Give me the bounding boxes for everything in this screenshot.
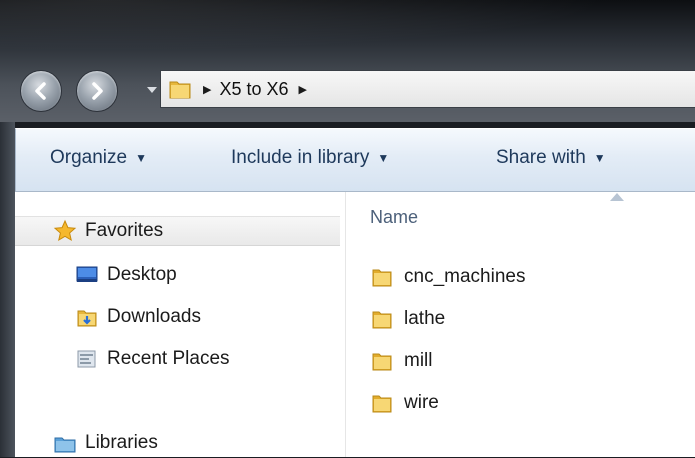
nav-item-favorites[interactable]: Favorites	[15, 216, 340, 246]
window-frame-left	[0, 122, 15, 457]
folder-icon	[372, 353, 392, 371]
sort-ascending-icon	[610, 193, 624, 201]
folder-name: wire	[404, 392, 439, 413]
organize-button[interactable]: Organize ▼	[50, 147, 147, 169]
command-bar: Organize ▼ Include in library ▼ Share wi…	[15, 128, 695, 192]
breadcrumb-x5-to-x6[interactable]: X5 to X6	[219, 79, 288, 100]
nav-item-downloads[interactable]: Downloads	[15, 302, 340, 332]
breadcrumb-separator[interactable]: ▶	[203, 83, 211, 96]
downloads-folder-icon	[77, 310, 97, 327]
glass-gloss	[0, 0, 695, 60]
folder-icon	[169, 81, 191, 99]
folder-name: cnc_machines	[404, 266, 526, 287]
nav-item-label: Downloads	[107, 306, 201, 327]
share-with-label: Share with	[496, 147, 586, 168]
name-column-header[interactable]: Name	[370, 207, 418, 228]
list-item[interactable]: mill	[370, 346, 433, 376]
share-with-button[interactable]: Share with ▼	[496, 147, 606, 169]
chevron-down-icon: ▼	[377, 151, 390, 165]
chevron-down-icon: ▼	[593, 151, 606, 165]
list-item[interactable]: lathe	[370, 304, 445, 334]
back-button[interactable]	[20, 70, 62, 112]
nav-item-label: Libraries	[85, 432, 158, 453]
nav-item-label: Recent Places	[107, 348, 230, 369]
nav-item-desktop[interactable]: Desktop	[15, 260, 340, 290]
list-item[interactable]: cnc_machines	[370, 262, 525, 292]
desktop-icon	[76, 266, 98, 282]
pane-divider[interactable]	[345, 192, 346, 457]
navigation-pane: Favorites Desktop Downloads Recent Place…	[15, 192, 340, 457]
libraries-icon	[54, 437, 76, 453]
breadcrumb-separator[interactable]: ▶	[299, 83, 307, 96]
recent-pages-dropdown[interactable]	[145, 82, 159, 98]
include-in-library-label: Include in library	[231, 147, 370, 168]
nav-item-label: Desktop	[107, 264, 177, 285]
folder-icon	[372, 269, 392, 287]
recent-places-icon	[77, 350, 96, 368]
list-item[interactable]: wire	[370, 388, 439, 418]
folder-name: mill	[404, 350, 433, 371]
address-bar[interactable]: ▶ X5 to X6 ▶	[160, 70, 695, 108]
folder-icon	[372, 311, 392, 329]
back-arrow-icon	[35, 82, 46, 100]
nav-item-recent-places[interactable]: Recent Places	[15, 344, 340, 374]
nav-item-label: Favorites	[85, 220, 164, 241]
nav-item-libraries[interactable]: Libraries	[15, 428, 340, 458]
include-in-library-button[interactable]: Include in library ▼	[231, 147, 389, 169]
star-icon	[53, 219, 77, 242]
folder-name: lathe	[404, 308, 446, 329]
forward-arrow-icon	[92, 82, 103, 100]
chevron-down-icon	[147, 87, 157, 93]
folder-icon	[372, 395, 392, 413]
organize-label: Organize	[50, 147, 128, 168]
chevron-down-icon: ▼	[135, 151, 147, 165]
forward-button[interactable]	[76, 70, 118, 112]
